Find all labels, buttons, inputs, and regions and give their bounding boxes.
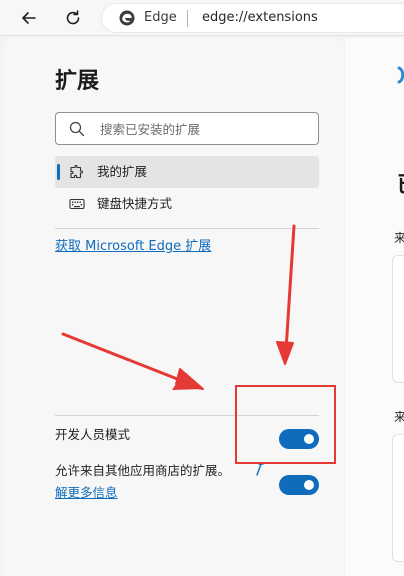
nav-label: 我的扩展: [97, 164, 148, 179]
get-extensions-link[interactable]: 获取 Microsoft Edge 扩展: [55, 238, 211, 256]
search-input[interactable]: [100, 119, 310, 139]
back-button[interactable]: [17, 6, 41, 30]
browser-toolbar: Edge edge://extensions: [0, 0, 404, 36]
developer-mode-label: 开发人员模式: [55, 427, 131, 442]
search-box[interactable]: [55, 112, 319, 145]
keyboard-icon: [69, 198, 85, 210]
toggle-knob: [304, 480, 314, 490]
address-url[interactable]: edge://extensions: [202, 10, 318, 26]
allow-other-stores-toggle[interactable]: [279, 475, 319, 495]
content-subheading: 来: [394, 410, 404, 424]
content-subheading: 来: [394, 231, 404, 245]
allow-other-stores-label: 允许来自其他应用商店的扩展。: [55, 463, 231, 478]
nav-label: 键盘快捷方式: [97, 196, 173, 211]
learn-more-link[interactable]: 解更多信息: [55, 484, 118, 502]
address-bar[interactable]: Edge edge://extensions: [101, 3, 404, 33]
site-name: Edge: [144, 10, 177, 25]
extension-card: [392, 434, 404, 562]
extensions-sidebar: 扩展 我的扩展 键盘快捷方式 获取 Microsoft Edge 扩展 开发人员: [4, 38, 344, 576]
page-title: 扩展: [55, 69, 100, 94]
nav-item-keyboard-shortcuts[interactable]: 键盘快捷方式: [55, 188, 319, 220]
nav-item-my-extensions[interactable]: 我的扩展: [55, 156, 319, 188]
refresh-icon: [66, 10, 80, 25]
address-separator: [187, 10, 188, 27]
search-icon: [69, 121, 85, 137]
back-arrow-icon: [22, 12, 36, 24]
refresh-button[interactable]: [61, 6, 85, 30]
divider: [55, 228, 319, 229]
extension-card: [392, 255, 404, 383]
edge-logo-icon: [119, 10, 135, 26]
annotation-highlight-box: [235, 385, 336, 464]
active-indicator: [57, 164, 60, 180]
puzzle-icon: [70, 164, 84, 179]
content-heading: 已: [397, 173, 404, 199]
edge-decoration-icon: [397, 66, 404, 84]
